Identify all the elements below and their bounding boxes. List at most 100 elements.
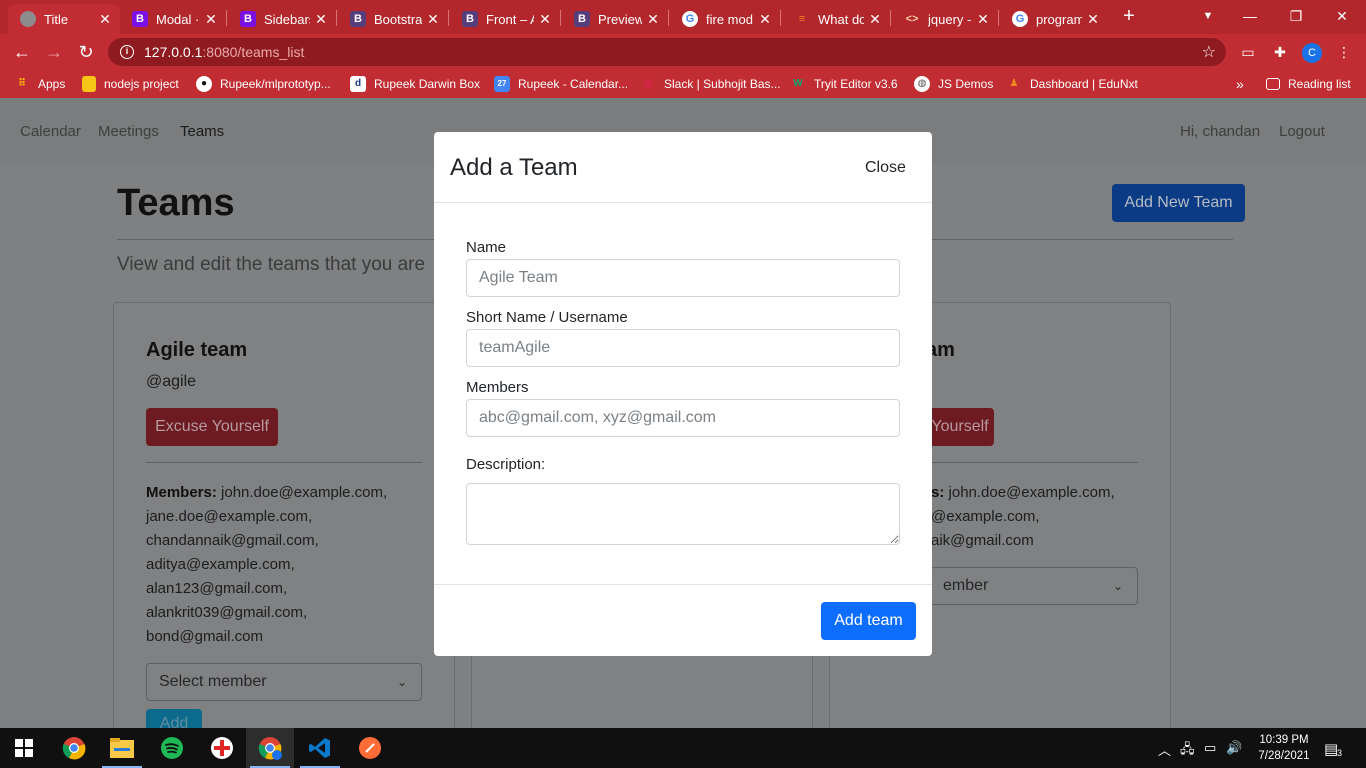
- tray-overflow-icon[interactable]: ︿: [1158, 740, 1171, 759]
- bookmark-js-demos[interactable]: ◍ JS Demos: [914, 75, 993, 93]
- bookmark-slack[interactable]: # Slack | Subhojit Bas...: [640, 75, 780, 93]
- calendar-icon: 27: [494, 76, 510, 92]
- apps-grid-icon: ⠿: [18, 78, 26, 89]
- new-tab-button[interactable]: +: [1118, 4, 1140, 30]
- back-icon[interactable]: ←: [10, 40, 34, 64]
- bookmark-label: Tryit Editor v3.6: [814, 77, 898, 91]
- nav-teams[interactable]: Teams: [180, 123, 224, 140]
- postman-icon[interactable]: [346, 728, 394, 768]
- tab-front[interactable]: B Front – A ✕: [450, 4, 560, 34]
- extensions-icon[interactable]: ✚: [1270, 42, 1290, 62]
- forward-icon[interactable]: →: [42, 40, 66, 64]
- divider: [146, 462, 422, 463]
- close-icon[interactable]: ✕: [314, 11, 328, 28]
- bootstrap-icon: B: [350, 11, 366, 27]
- tab-separator: [336, 10, 337, 26]
- tab-label: Title: [44, 11, 69, 27]
- name-label: Name: [466, 239, 507, 256]
- team-card: Agile team @agile Excuse Yourself Member…: [113, 302, 455, 728]
- system-clock[interactable]: 10:39 PM 7/28/2021: [1250, 732, 1318, 764]
- google-icon: G: [1012, 11, 1028, 27]
- windows-start-icon[interactable]: [0, 728, 48, 768]
- short-name-input[interactable]: [466, 329, 900, 367]
- close-icon[interactable]: ✕: [646, 11, 660, 28]
- close-icon[interactable]: ✕: [98, 11, 112, 28]
- add-team-button[interactable]: Add team: [821, 602, 916, 640]
- select-member-dropdown[interactable]: Select member ⌄: [146, 663, 422, 701]
- close-icon[interactable]: ✕: [758, 11, 772, 28]
- tab-label: Front – A: [486, 11, 534, 27]
- excuse-yourself-button[interactable]: Excuse Yourself: [146, 408, 278, 446]
- bookmark-tryit[interactable]: W Tryit Editor v3.6: [790, 75, 898, 93]
- reading-list-button[interactable]: Reading list: [1266, 75, 1351, 93]
- bookmark-github[interactable]: ● Rupeek/mlprototyp...: [196, 75, 331, 93]
- bookmark-apps[interactable]: ⠿ Apps: [14, 75, 65, 93]
- tab-program[interactable]: G program ✕: [1000, 4, 1108, 34]
- volume-icon[interactable]: 🔊: [1226, 740, 1242, 756]
- bootstrap-icon: B: [462, 11, 478, 27]
- cast-icon[interactable]: ▭: [1238, 42, 1258, 62]
- red-app-icon[interactable]: [198, 728, 246, 768]
- modal-footer: Add team: [434, 584, 932, 656]
- bookmark-star-icon[interactable]: ☆: [1202, 42, 1216, 62]
- members-input[interactable]: [466, 399, 900, 437]
- windows-taskbar: ︿ 🖧 ▭ 🔊 10:39 PM 7/28/2021 ▤ 3: [0, 728, 1366, 768]
- close-icon[interactable]: ✕: [204, 11, 218, 28]
- modal-title: Add a Team: [450, 154, 578, 181]
- add-member-button[interactable]: Add: [146, 709, 202, 728]
- close-icon[interactable]: ✕: [868, 11, 882, 28]
- close-icon[interactable]: ✕: [426, 11, 440, 28]
- spotify-icon[interactable]: [148, 728, 196, 768]
- tab-bootstrap[interactable]: B Bootstra ✕: [338, 4, 448, 34]
- menu-icon[interactable]: ⋮: [1334, 42, 1354, 62]
- chrome-icon[interactable]: [50, 728, 98, 768]
- bookmarks-overflow-button[interactable]: »: [1236, 75, 1244, 93]
- tab-preview[interactable]: B Preview ✕: [562, 4, 668, 34]
- bookmark-label: Rupeek Darwin Box: [374, 77, 481, 91]
- tab-what-do[interactable]: ≡ What do ✕: [782, 4, 890, 34]
- bookmark-calendar[interactable]: 27 Rupeek - Calendar...: [494, 75, 628, 93]
- restore-icon[interactable]: ❐: [1274, 0, 1318, 32]
- bookmark-nodejs-project[interactable]: nodejs project: [82, 75, 179, 93]
- tab-separator: [998, 10, 999, 26]
- network-icon[interactable]: 🖧: [1180, 740, 1195, 762]
- tab-modal[interactable]: B Modal · I ✕: [120, 4, 226, 34]
- bookmark-label: Rupeek/mlprototyp...: [220, 77, 331, 91]
- tab-jquery[interactable]: <> jquery - ✕: [892, 4, 998, 34]
- tab-title[interactable]: Title ✕: [8, 4, 120, 34]
- chrome-profile-icon[interactable]: [246, 728, 294, 768]
- file-explorer-icon[interactable]: [98, 728, 146, 768]
- add-new-team-button[interactable]: Add New Team: [1112, 184, 1245, 222]
- nav-meetings[interactable]: Meetings: [98, 123, 159, 140]
- tab-separator: [226, 10, 227, 26]
- github-icon: ●: [196, 76, 212, 92]
- select-member-dropdown[interactable]: ember ⌄: [930, 567, 1138, 605]
- description-textarea[interactable]: [466, 483, 900, 545]
- site-info-icon[interactable]: i: [120, 45, 134, 59]
- vscode-icon[interactable]: [296, 728, 344, 768]
- bookmark-edunxt[interactable]: ♟ Dashboard | EduNxt: [1006, 75, 1138, 93]
- modal-close-button[interactable]: Close: [865, 159, 906, 177]
- nav-logout[interactable]: Logout: [1279, 123, 1325, 140]
- close-icon[interactable]: ✕: [538, 11, 552, 28]
- close-icon[interactable]: ✕: [976, 11, 990, 28]
- profile-avatar[interactable]: C: [1302, 43, 1322, 63]
- tab-sidebars[interactable]: B Sidebars ✕: [228, 4, 336, 34]
- minimize-icon[interactable]: —: [1228, 0, 1272, 32]
- bootstrap-icon: B: [132, 11, 148, 27]
- window-close-icon[interactable]: ✕: [1320, 0, 1364, 32]
- excuse-yourself-button[interactable]: Yourself: [926, 408, 994, 446]
- globe-icon: ◍: [914, 76, 930, 92]
- tab-fire-mod[interactable]: G fire mod ✕: [670, 4, 780, 34]
- bookmark-label: Dashboard | EduNxt: [1030, 77, 1138, 91]
- address-bar[interactable]: i 127.0.0.1:8080/teams_list ☆: [108, 38, 1226, 66]
- tab-separator: [560, 10, 561, 26]
- members-label: Members: [466, 379, 529, 396]
- nav-calendar[interactable]: Calendar: [20, 123, 81, 140]
- tab-search-icon[interactable]: ▼: [1186, 0, 1230, 32]
- reload-icon[interactable]: ↻: [74, 40, 98, 64]
- close-icon[interactable]: ✕: [1086, 11, 1100, 28]
- bookmark-darwin-box[interactable]: d Rupeek Darwin Box: [350, 75, 480, 93]
- team-name-input[interactable]: [466, 259, 900, 297]
- battery-icon[interactable]: ▭: [1204, 740, 1216, 756]
